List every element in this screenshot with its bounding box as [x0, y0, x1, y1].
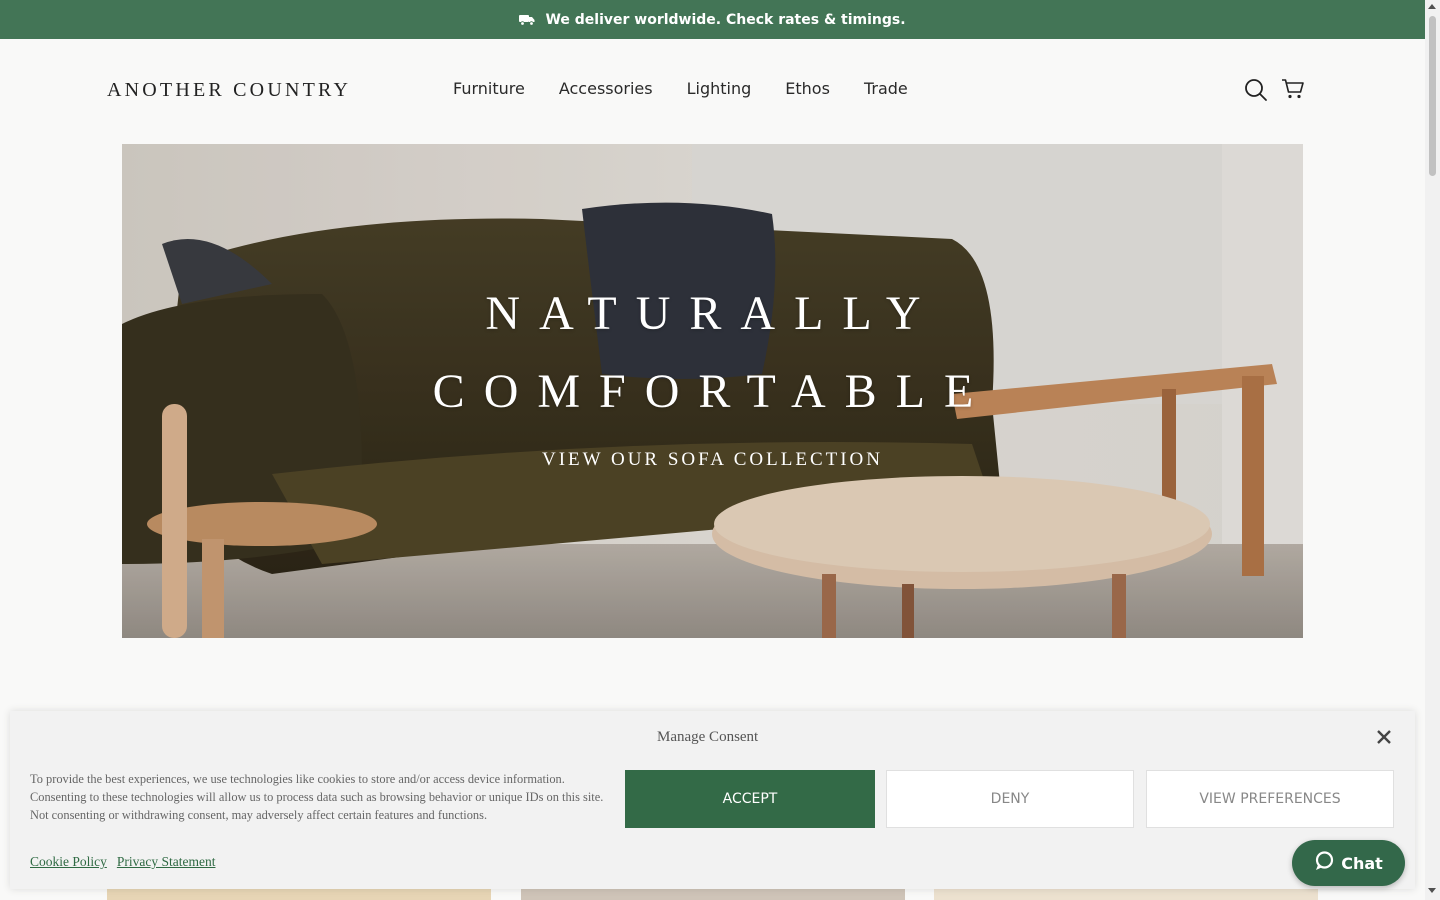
- chat-label: Chat: [1341, 853, 1383, 873]
- accept-button[interactable]: ACCEPT: [625, 770, 875, 828]
- main-nav: Furniture Accessories Lighting Ethos Tra…: [453, 79, 908, 98]
- consent-links: Cookie Policy Privacy Statement: [30, 854, 215, 870]
- nav-furniture[interactable]: Furniture: [453, 79, 525, 98]
- cookie-policy-link[interactable]: Cookie Policy: [30, 854, 107, 870]
- nav-ethos[interactable]: Ethos: [785, 79, 830, 98]
- view-preferences-button[interactable]: VIEW PREFERENCES: [1146, 770, 1394, 828]
- announcement-bar[interactable]: We deliver worldwide. Check rates & timi…: [0, 0, 1425, 39]
- truck-icon: [519, 14, 535, 26]
- nav-lighting[interactable]: Lighting: [687, 79, 752, 98]
- site-logo[interactable]: ANOTHER COUNTRY: [107, 79, 351, 102]
- scroll-up-arrow-icon[interactable]: [1428, 4, 1436, 9]
- announcement-text[interactable]: We deliver worldwide. Check rates & timi…: [545, 12, 905, 28]
- deny-button[interactable]: DENY: [886, 770, 1134, 828]
- search-icon[interactable]: [1244, 78, 1268, 107]
- hero-cta-link[interactable]: VIEW OUR SOFA COLLECTION: [122, 449, 1303, 471]
- hero-title-line1: NATURALLY: [485, 287, 940, 340]
- site-header: ANOTHER COUNTRY Furniture Accessories Li…: [0, 39, 1425, 144]
- product-thumbnail[interactable]: [934, 889, 1318, 900]
- consent-title: Manage Consent: [657, 729, 759, 745]
- chat-bubble-icon: [1314, 851, 1334, 875]
- hero-banner[interactable]: NATURALLY COMFORTABLE VIEW OUR SOFA COLL…: [122, 144, 1303, 638]
- nav-accessories[interactable]: Accessories: [559, 79, 653, 98]
- scrollbar-thumb[interactable]: [1429, 16, 1436, 176]
- product-thumbnail[interactable]: [107, 889, 491, 900]
- privacy-statement-link[interactable]: Privacy Statement: [117, 854, 216, 870]
- product-thumbnail[interactable]: [521, 889, 905, 900]
- chat-button[interactable]: Chat: [1292, 840, 1405, 886]
- close-icon[interactable]: [1377, 730, 1391, 749]
- scroll-down-arrow-icon[interactable]: [1428, 888, 1436, 893]
- consent-panel: Manage Consent To provide the best exper…: [10, 711, 1415, 889]
- cart-icon[interactable]: [1281, 78, 1305, 105]
- nav-trade[interactable]: Trade: [864, 79, 908, 98]
- consent-message: To provide the best experiences, we use …: [30, 772, 604, 822]
- hero-title-line2: COMFORTABLE: [432, 365, 993, 418]
- page-scrollbar[interactable]: [1425, 0, 1440, 900]
